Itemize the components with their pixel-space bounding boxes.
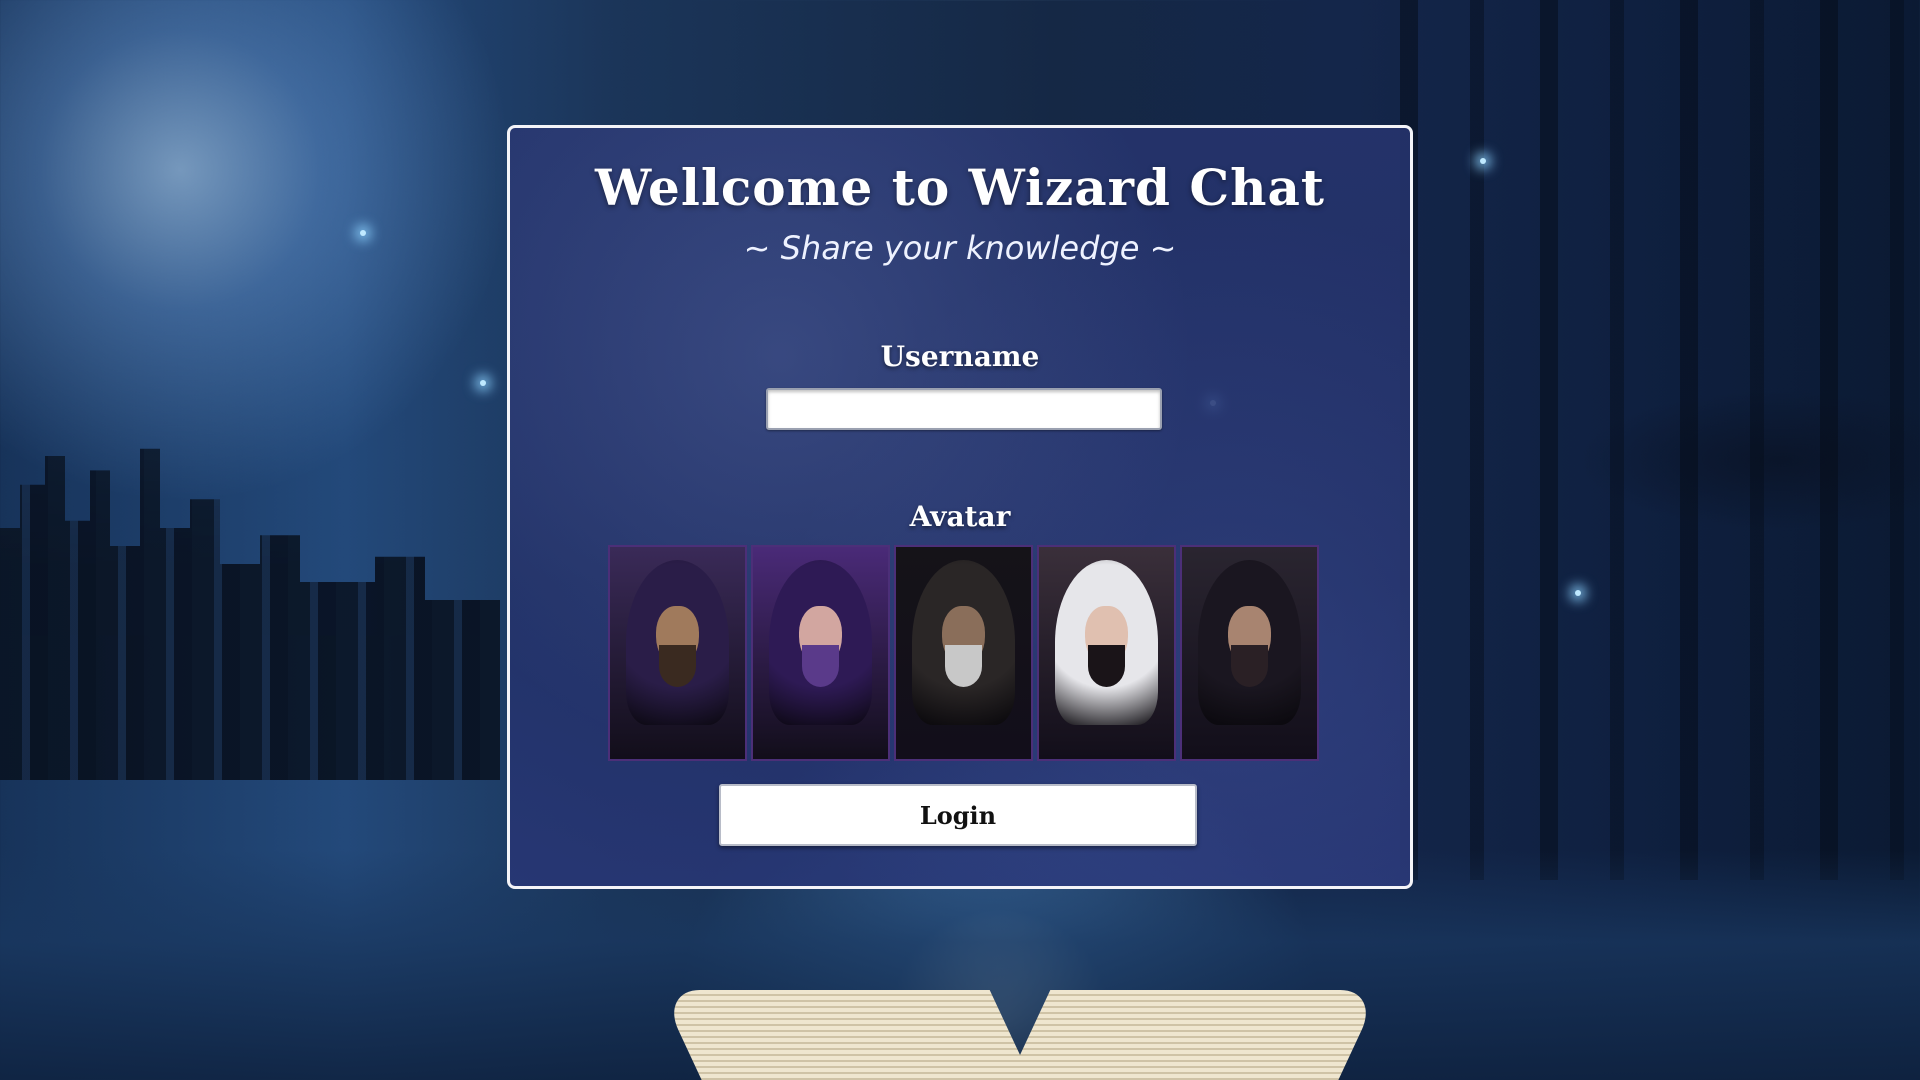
login-panel: Wellcome to Wizard Chat ~ Share your kno… (507, 125, 1413, 889)
forest-trees (1400, 0, 1920, 880)
glow-star (1575, 590, 1581, 596)
avatar-option-white-haired-woman[interactable] (1037, 545, 1176, 761)
avatar-beard (1087, 644, 1126, 687)
page-subtitle: ~ Share your knowledge ~ (743, 229, 1177, 267)
page-title: Wellcome to Wizard Chat (594, 158, 1326, 217)
avatar-option-old-grey-wizard[interactable] (894, 545, 1033, 761)
avatar-label: Avatar (909, 500, 1011, 533)
glow-star (1480, 158, 1486, 164)
glow-star (480, 380, 486, 386)
glow-star (360, 230, 366, 236)
avatar-beard (944, 644, 983, 687)
username-input[interactable] (766, 388, 1162, 430)
avatar-gallery (608, 545, 1320, 761)
book-left-pages (659, 990, 1051, 1080)
avatar-option-hooded-young-man[interactable] (1180, 545, 1319, 761)
username-label: Username (880, 340, 1040, 373)
avatar-option-hooded-bearded-man[interactable] (608, 545, 747, 761)
avatar-option-purple-haired-sorceress[interactable] (751, 545, 890, 761)
avatar-beard (1230, 644, 1269, 687)
login-button[interactable]: Login (719, 784, 1197, 846)
city-skyline (0, 448, 500, 780)
open-book-image (659, 970, 1381, 1080)
avatar-beard (801, 644, 840, 687)
avatar-beard (658, 644, 697, 687)
book-right-pages (989, 990, 1381, 1080)
